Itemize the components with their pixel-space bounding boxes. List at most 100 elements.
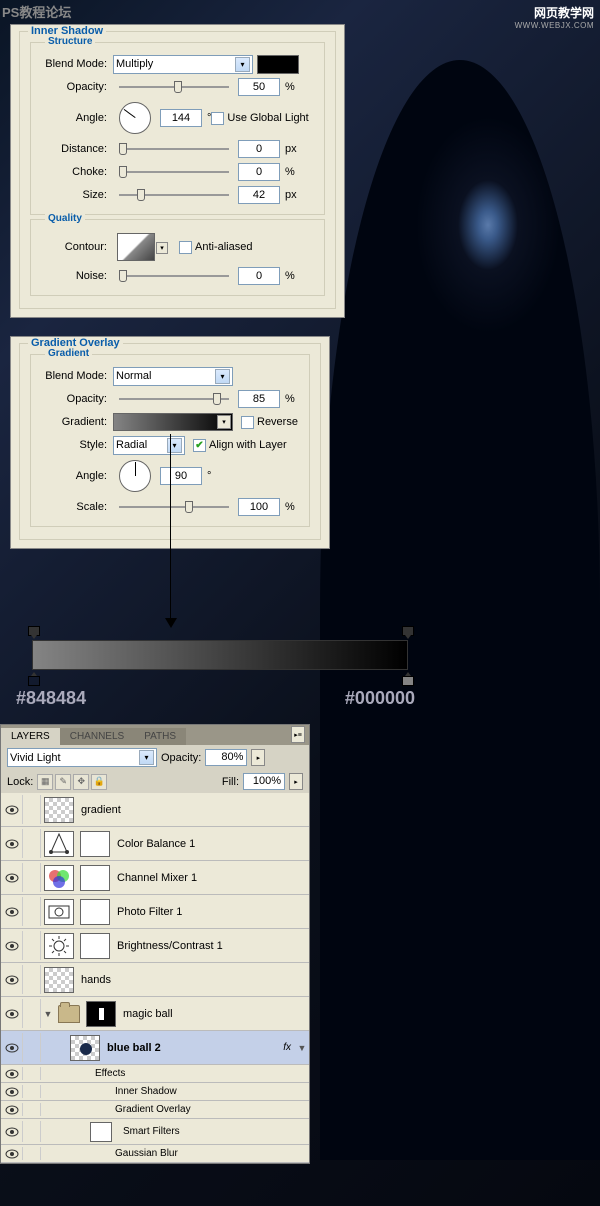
watermark-cn: 网页教学网	[515, 4, 594, 21]
noise-input[interactable]: 0	[238, 267, 280, 285]
opacity-input[interactable]: 50	[238, 78, 280, 96]
align-layer-label: Align with Layer	[209, 439, 287, 451]
blend-mode-select[interactable]: Multiply ▾	[113, 55, 253, 74]
fill-input[interactable]: 100%	[243, 773, 285, 790]
use-global-light-checkbox[interactable]	[211, 112, 224, 125]
visibility-toggle[interactable]	[1, 897, 23, 926]
layer-thumbnail[interactable]	[70, 1035, 100, 1061]
chevron-down-icon[interactable]: ▾	[217, 415, 231, 429]
gradient-bar[interactable]	[32, 640, 408, 670]
noise-slider[interactable]	[119, 275, 229, 277]
effect-inner-shadow[interactable]: Inner Shadow	[1, 1083, 309, 1101]
adjustment-icon[interactable]	[44, 831, 74, 857]
go-style-select[interactable]: Radial ▾	[113, 436, 185, 455]
tab-paths[interactable]: PATHS	[134, 728, 186, 745]
lock-position-icon[interactable]: ✥	[73, 774, 89, 790]
blend-mode-dropdown[interactable]: Vivid Light ▾	[7, 748, 157, 767]
distance-label: Distance:	[35, 143, 107, 155]
fx-badge: fx	[283, 1042, 291, 1053]
go-scale-input[interactable]: 100	[238, 498, 280, 516]
filter-gaussian-blur[interactable]: Gaussian Blur	[1, 1145, 309, 1163]
visibility-toggle[interactable]	[1, 1033, 23, 1062]
layer-blue-ball-2[interactable]: blue ball 2 fx ▼	[1, 1031, 309, 1065]
effects-row[interactable]: Effects	[1, 1065, 309, 1083]
visibility-toggle[interactable]	[1, 1085, 23, 1098]
size-label: Size:	[35, 189, 107, 201]
layer-gradient[interactable]: gradient	[1, 793, 309, 827]
tab-channels[interactable]: CHANNELS	[60, 728, 134, 745]
effect-gradient-overlay[interactable]: Gradient Overlay	[1, 1101, 309, 1119]
adjustment-icon[interactable]	[44, 933, 74, 959]
layer-mask[interactable]	[80, 865, 110, 891]
panel-tabs: LAYERS CHANNELS PATHS ▸≡	[1, 725, 309, 745]
layer-hands[interactable]: hands	[1, 963, 309, 997]
angle-dial[interactable]	[119, 102, 151, 134]
go-angle-input[interactable]: 90	[160, 467, 202, 485]
layer-label: Channel Mixer 1	[117, 872, 309, 884]
distance-slider[interactable]	[119, 148, 229, 150]
visibility-toggle[interactable]	[1, 829, 23, 858]
lock-transparency-icon[interactable]: ▦	[37, 774, 53, 790]
layer-thumbnail[interactable]	[44, 797, 74, 823]
pct-unit5: %	[285, 501, 295, 513]
color-stop-left[interactable]: .stop-bot:nth-of-type(5)::before{backgro…	[28, 672, 40, 685]
group-mask[interactable]	[86, 1001, 116, 1027]
visibility-toggle[interactable]	[1, 863, 23, 892]
go-scale-slider[interactable]	[119, 506, 229, 508]
panel-menu-button[interactable]: ▸≡	[291, 726, 305, 743]
expand-toggle[interactable]: ▼	[295, 1043, 309, 1053]
size-input[interactable]: 42	[238, 186, 280, 204]
smart-filters-row[interactable]: Smart Filters	[1, 1119, 309, 1145]
lock-pixels-icon[interactable]: ✎	[55, 774, 71, 790]
layer-brightness-contrast[interactable]: Brightness/Contrast 1	[1, 929, 309, 963]
layer-mask[interactable]	[80, 831, 110, 857]
filter-label: Gaussian Blur	[115, 1148, 178, 1159]
panel-opacity-input[interactable]: 80%	[205, 749, 247, 766]
layer-group-magic-ball[interactable]: ▼ magic ball	[1, 997, 309, 1031]
go-opacity-slider[interactable]	[119, 398, 229, 400]
shadow-color-swatch[interactable]	[257, 55, 299, 74]
visibility-toggle[interactable]	[1, 1121, 23, 1142]
figure-illustration	[320, 60, 600, 1160]
adjustment-icon[interactable]	[44, 899, 74, 925]
gradient-preview[interactable]: ▾	[113, 413, 233, 431]
anti-aliased-checkbox[interactable]	[179, 241, 192, 254]
distance-input[interactable]: 0	[238, 140, 280, 158]
chevron-down-icon[interactable]: ▾	[156, 242, 168, 254]
visibility-toggle[interactable]	[1, 1067, 23, 1080]
lock-all-icon[interactable]: 🔒	[91, 774, 107, 790]
opacity-stop-left[interactable]	[28, 626, 40, 639]
reverse-checkbox[interactable]	[241, 416, 254, 429]
visibility-toggle[interactable]	[1, 999, 23, 1028]
layer-mask[interactable]	[80, 933, 110, 959]
opacity-flyout[interactable]: ▸	[251, 749, 265, 766]
opacity-stop-right[interactable]	[402, 626, 414, 639]
layer-color-balance[interactable]: Color Balance 1	[1, 827, 309, 861]
visibility-toggle[interactable]	[1, 795, 23, 824]
adjustment-icon[interactable]	[44, 865, 74, 891]
layer-channel-mixer[interactable]: Channel Mixer 1	[1, 861, 309, 895]
visibility-toggle[interactable]	[1, 1147, 23, 1160]
tab-layers[interactable]: LAYERS	[1, 728, 60, 745]
go-blend-mode-value: Normal	[116, 370, 151, 382]
visibility-toggle[interactable]	[1, 1103, 23, 1116]
filter-mask[interactable]	[90, 1122, 112, 1142]
expand-toggle[interactable]: ▼	[41, 1009, 55, 1019]
fill-flyout[interactable]: ▸	[289, 773, 303, 790]
go-opacity-input[interactable]: 85	[238, 390, 280, 408]
choke-slider[interactable]	[119, 171, 229, 173]
layer-thumbnail[interactable]	[44, 967, 74, 993]
size-slider[interactable]	[119, 194, 229, 196]
choke-input[interactable]: 0	[238, 163, 280, 181]
opacity-slider[interactable]	[119, 86, 229, 88]
color-stop-right[interactable]	[402, 672, 414, 685]
align-layer-checkbox[interactable]: ✔	[193, 439, 206, 452]
angle-input[interactable]: 144	[160, 109, 202, 127]
layer-mask[interactable]	[80, 899, 110, 925]
go-angle-dial[interactable]	[119, 460, 151, 492]
visibility-toggle[interactable]	[1, 931, 23, 960]
contour-swatch[interactable]: ▾	[117, 233, 155, 261]
layer-photo-filter[interactable]: Photo Filter 1	[1, 895, 309, 929]
visibility-toggle[interactable]	[1, 965, 23, 994]
go-blend-mode-select[interactable]: Normal ▾	[113, 367, 233, 386]
